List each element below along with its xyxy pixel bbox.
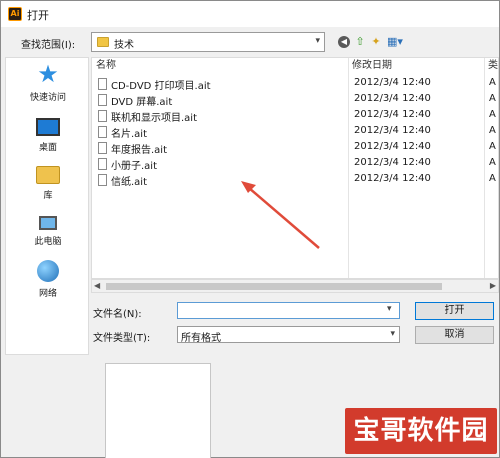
filename-label: 文件名(N):	[93, 309, 142, 320]
title-bar: Ai 打开	[1, 1, 499, 27]
star-icon: ★	[37, 60, 59, 88]
up-folder-icon[interactable]: ⇧	[353, 34, 367, 50]
file-type: A	[489, 173, 496, 184]
place-network[interactable]: 网络	[6, 258, 90, 306]
scroll-right-icon[interactable]: ▶	[490, 281, 496, 290]
places-bar: ★ 快速访问 桌面 库 此电脑 网络	[5, 57, 89, 355]
file-date: 2012/3/4 12:40	[354, 109, 431, 120]
scroll-thumb[interactable]	[106, 283, 442, 290]
table-row[interactable]: 年度报告.ait 2012/3/4 12:40 A	[92, 140, 498, 156]
scroll-left-icon[interactable]: ◀	[94, 281, 100, 290]
new-folder-icon[interactable]: ✦	[369, 34, 383, 50]
dialog-title: 打开	[27, 9, 49, 22]
place-label: 库	[43, 191, 53, 201]
place-label: 快速访问	[29, 93, 66, 103]
filetype-value: 所有格式	[181, 333, 221, 344]
document-icon	[98, 158, 107, 170]
file-list[interactable]: 名称 修改日期 类 CD-DVD 打印项目.ait 2012/3/4 12:40…	[91, 57, 499, 279]
file-name: DVD 屏幕.ait	[111, 97, 173, 108]
file-date: 2012/3/4 12:40	[354, 173, 431, 184]
computer-icon	[39, 216, 57, 230]
lookin-label: 查找范围(I):	[21, 40, 76, 51]
file-date: 2012/3/4 12:40	[354, 141, 431, 152]
place-library[interactable]: 库	[6, 162, 90, 210]
watermark-logo: 宝哥软件园	[345, 408, 497, 454]
desktop-icon	[36, 118, 60, 136]
file-type: A	[489, 141, 496, 152]
file-date: 2012/3/4 12:40	[354, 157, 431, 168]
place-quick-access[interactable]: ★ 快速访问	[6, 62, 90, 110]
place-label: 桌面	[38, 143, 57, 153]
file-date: 2012/3/4 12:40	[354, 93, 431, 104]
chevron-down-icon[interactable]: ▾	[387, 304, 392, 314]
filetype-label: 文件类型(T):	[93, 333, 151, 344]
place-label: 此电脑	[34, 237, 62, 247]
library-icon	[36, 166, 60, 184]
place-this-pc[interactable]: 此电脑	[6, 210, 90, 258]
place-label: 网络	[38, 289, 57, 299]
table-row[interactable]: 名片.ait 2012/3/4 12:40 A	[92, 124, 498, 140]
file-type: A	[489, 77, 496, 88]
view-menu-icon[interactable]: ▦▾	[385, 34, 405, 50]
table-row[interactable]: DVD 屏幕.ait 2012/3/4 12:40 A	[92, 92, 498, 108]
document-icon	[98, 174, 107, 186]
document-icon	[98, 110, 107, 122]
file-name: 联机和显示项目.ait	[111, 113, 198, 124]
chevron-down-icon: ▾	[315, 36, 320, 46]
file-type: A	[489, 125, 496, 136]
open-dialog: Ai 打开 查找范围(I): 技术 ▾ ◀ ⇧ ✦ ▦▾ ★ 快速访问 桌面 库…	[0, 0, 500, 458]
document-icon	[98, 126, 107, 138]
file-type: A	[489, 93, 496, 104]
file-name: 名片.ait	[111, 129, 148, 140]
column-header-name[interactable]: 名称	[96, 58, 346, 74]
table-row[interactable]: 信纸.ait 2012/3/4 12:40 A	[92, 172, 498, 188]
column-header-date[interactable]: 修改日期	[352, 58, 472, 74]
filetype-select[interactable]: 所有格式 ▾	[177, 326, 400, 344]
place-desktop[interactable]: 桌面	[6, 114, 90, 162]
file-name: 小册子.ait	[111, 161, 158, 172]
preview-pane	[105, 363, 211, 458]
document-icon	[98, 78, 107, 90]
file-name: CD-DVD 打印项目.ait	[111, 81, 211, 92]
network-icon	[37, 260, 59, 282]
file-type: A	[489, 157, 496, 168]
chevron-down-icon: ▾	[390, 329, 395, 339]
file-name: 信纸.ait	[111, 177, 148, 188]
table-row[interactable]: 小册子.ait 2012/3/4 12:40 A	[92, 156, 498, 172]
horizontal-scrollbar[interactable]: ◀ ▶	[91, 279, 499, 293]
document-icon	[98, 94, 107, 106]
column-header-type[interactable]: 类	[488, 58, 498, 74]
document-icon	[98, 142, 107, 154]
file-date: 2012/3/4 12:40	[354, 77, 431, 88]
table-row[interactable]: CD-DVD 打印项目.ait 2012/3/4 12:40 A	[92, 76, 498, 92]
folder-icon	[97, 37, 109, 47]
back-arrow-icon[interactable]: ◀	[338, 36, 350, 48]
file-date: 2012/3/4 12:40	[354, 125, 431, 136]
table-row[interactable]: 联机和显示项目.ait 2012/3/4 12:40 A	[92, 108, 498, 124]
file-name: 年度报告.ait	[111, 145, 168, 156]
open-button[interactable]: 打开	[415, 302, 494, 320]
lookin-value: 技术	[114, 40, 134, 51]
filename-input[interactable]	[177, 302, 400, 319]
illustrator-app-icon: Ai	[8, 7, 22, 21]
file-type: A	[489, 109, 496, 120]
lookin-combo[interactable]: 技术 ▾	[91, 32, 325, 52]
cancel-button[interactable]: 取消	[415, 326, 494, 344]
